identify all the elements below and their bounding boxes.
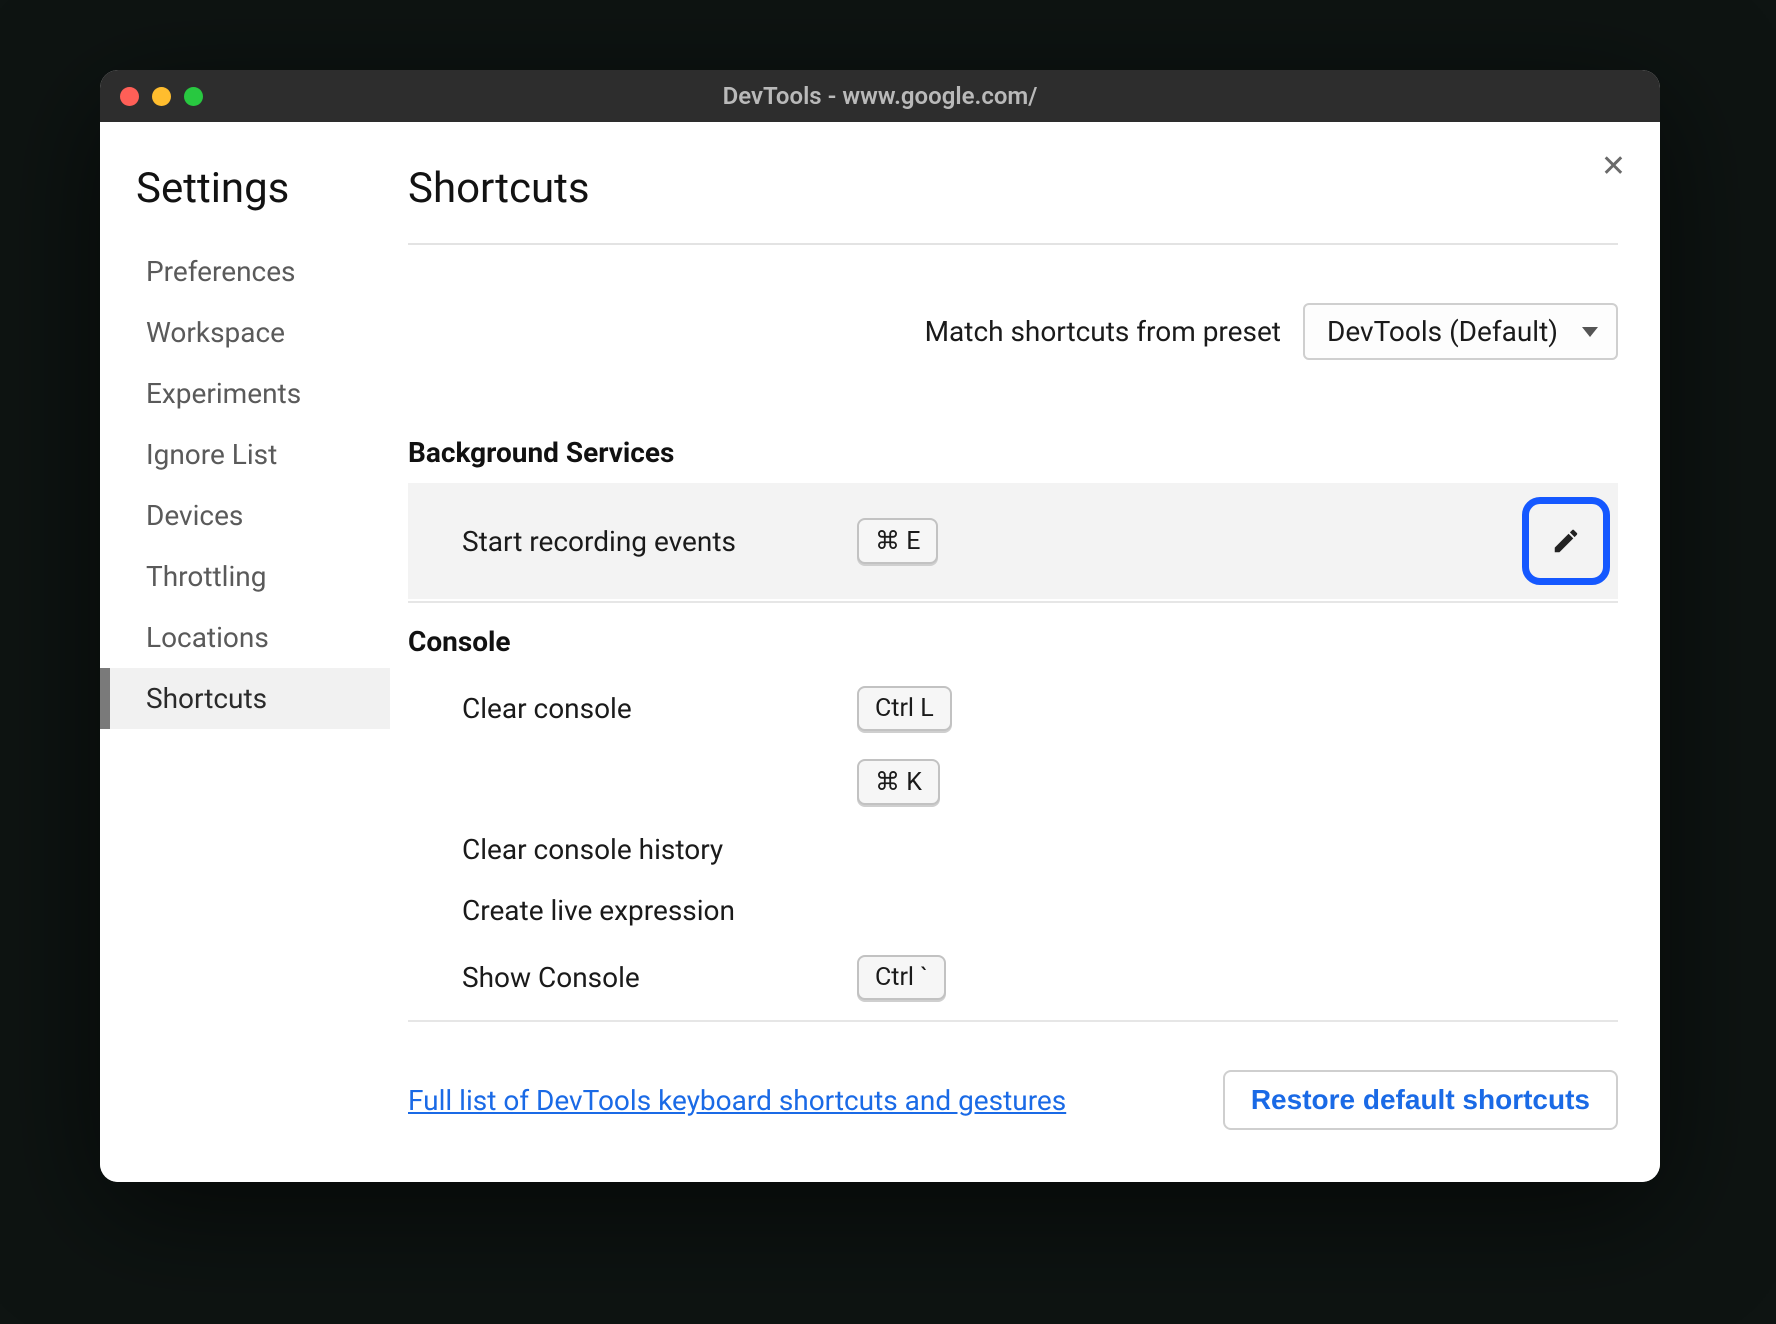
shortcut-name: Clear console <box>462 692 857 725</box>
shortcut-keys: ⌘ E <box>857 518 1508 564</box>
section-divider <box>408 601 1618 603</box>
keyboard-shortcut: Ctrl L <box>857 686 952 731</box>
shortcut-name: Create live expression <box>462 894 857 927</box>
shortcut-name: Show Console <box>462 961 857 994</box>
shortcut-row: Start recording events⌘ E <box>408 483 1618 599</box>
sidebar-item-workspace[interactable]: Workspace <box>100 302 390 363</box>
minimize-window-button[interactable] <box>152 87 171 106</box>
sidebar-item-ignore-list[interactable]: Ignore List <box>100 424 390 485</box>
footer-row: Full list of DevTools keyboard shortcuts… <box>408 1020 1618 1170</box>
shortcut-name: Clear console history <box>462 833 857 866</box>
main-panel: Shortcuts Match shortcuts from preset De… <box>390 122 1660 1182</box>
restore-defaults-button[interactable]: Restore default shortcuts <box>1223 1070 1618 1130</box>
keyboard-shortcut: Ctrl ` <box>857 955 946 1000</box>
zoom-window-button[interactable] <box>184 87 203 106</box>
sidebar-item-locations[interactable]: Locations <box>100 607 390 668</box>
app-window: DevTools - www.google.com/ ✕ Settings Pr… <box>100 70 1660 1182</box>
close-icon[interactable]: ✕ <box>1601 152 1626 182</box>
edit-slot <box>1508 497 1618 585</box>
edit-shortcut-button[interactable] <box>1522 497 1610 585</box>
titlebar: DevTools - www.google.com/ <box>100 70 1660 122</box>
sidebar-item-preferences[interactable]: Preferences <box>100 241 390 302</box>
sidebar-item-shortcuts[interactable]: Shortcuts <box>100 668 390 729</box>
traffic-lights <box>120 87 203 106</box>
preset-select[interactable]: DevTools (Default) <box>1303 303 1618 360</box>
content-area: ✕ Settings PreferencesWorkspaceExperimen… <box>100 122 1660 1182</box>
shortcut-row: Show ConsoleCtrl ` <box>408 941 1618 1014</box>
sidebar-title: Settings <box>100 164 390 213</box>
keyboard-shortcut: ⌘ E <box>857 518 938 564</box>
keyboard-shortcut: ⌘ K <box>857 759 940 805</box>
shortcut-keys: Ctrl L <box>857 686 1508 731</box>
shortcut-keys: Ctrl ` <box>857 955 1508 1000</box>
window-title: DevTools - www.google.com/ <box>100 82 1660 110</box>
preset-select-value: DevTools (Default) <box>1327 315 1558 348</box>
sidebar-item-experiments[interactable]: Experiments <box>100 363 390 424</box>
section-header: Background Services <box>408 418 1618 483</box>
sidebar-item-devices[interactable]: Devices <box>100 485 390 546</box>
shortcut-name: Start recording events <box>462 525 857 558</box>
preset-row: Match shortcuts from preset DevTools (De… <box>408 245 1618 418</box>
settings-sidebar: Settings PreferencesWorkspaceExperiments… <box>100 122 390 1182</box>
page-title: Shortcuts <box>408 164 1618 213</box>
shortcut-row: Clear consoleCtrl L <box>408 672 1618 745</box>
sidebar-item-throttling[interactable]: Throttling <box>100 546 390 607</box>
shortcut-row: ⌘ K <box>408 745 1618 819</box>
shortcut-row: Clear console history <box>408 819 1618 880</box>
full-list-link[interactable]: Full list of DevTools keyboard shortcuts… <box>408 1084 1066 1117</box>
close-window-button[interactable] <box>120 87 139 106</box>
section-header: Console <box>408 607 1618 672</box>
chevron-down-icon <box>1582 327 1598 337</box>
shortcut-keys: ⌘ K <box>857 759 1508 805</box>
preset-label: Match shortcuts from preset <box>925 315 1281 348</box>
shortcut-row: Create live expression <box>408 880 1618 941</box>
pencil-icon <box>1551 526 1581 556</box>
